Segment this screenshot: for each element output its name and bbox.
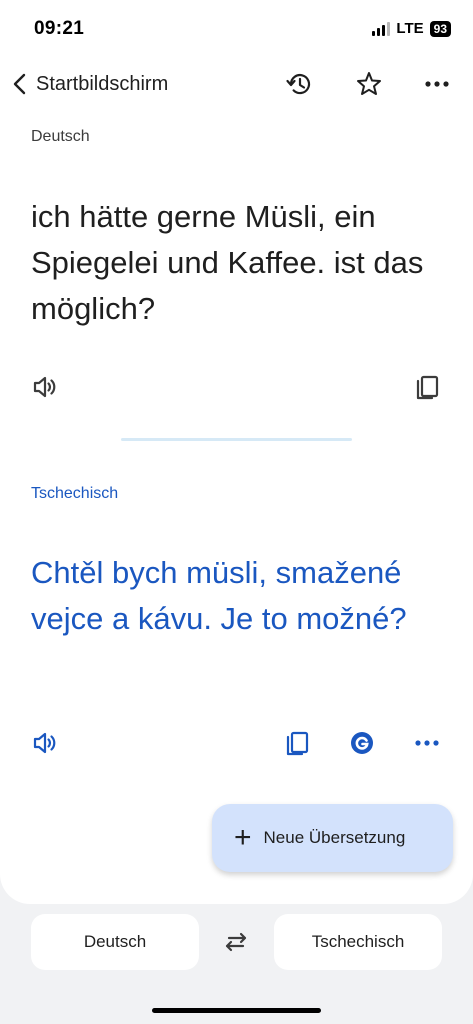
top-app-bar: Startbildschirm	[0, 58, 473, 110]
google-search-button[interactable]	[344, 725, 380, 761]
back-label: Startbildschirm	[36, 72, 169, 95]
history-button[interactable]	[281, 66, 317, 102]
battery-icon: 93	[429, 20, 451, 37]
target-language-button[interactable]: Tschechisch	[274, 914, 442, 970]
status-time: 09:21	[34, 18, 85, 39]
home-indicator[interactable]	[152, 1008, 321, 1013]
back-chevron-icon	[13, 73, 26, 95]
target-language-label: Tschechisch	[31, 485, 119, 502]
target-speak-button[interactable]	[27, 725, 63, 761]
swap-icon	[225, 932, 247, 952]
translation-card: Startbildschirm Deutsch ich hätte gerne …	[0, 58, 473, 904]
google-g-icon	[351, 732, 373, 754]
speaker-icon	[33, 732, 56, 754]
copy-icon	[286, 731, 309, 756]
status-bar: 09:21 LTE 93	[0, 0, 473, 58]
source-language-label: Deutsch	[31, 128, 90, 145]
history-icon	[286, 74, 311, 95]
plus-icon: +	[234, 821, 252, 854]
source-text[interactable]: ich hätte gerne Müsli, ein Spiegelei und…	[31, 194, 446, 332]
source-speak-button[interactable]	[27, 369, 63, 405]
translated-text[interactable]: Chtěl bych müsli, smažené vejce a kávu. …	[31, 550, 446, 642]
section-divider	[121, 438, 352, 441]
source-copy-button[interactable]	[409, 369, 445, 405]
signal-icon	[372, 21, 391, 36]
back-button[interactable]: Startbildschirm	[10, 66, 168, 102]
target-more-button[interactable]	[409, 725, 445, 761]
star-icon	[357, 72, 381, 95]
source-language-button[interactable]: Deutsch	[31, 914, 199, 970]
new-translation-label: Neue Übersetzung	[263, 828, 406, 847]
favorite-button[interactable]	[351, 66, 387, 102]
new-translation-button[interactable]: + Neue Übersetzung	[212, 804, 453, 872]
target-copy-button[interactable]	[279, 725, 315, 761]
more-icon	[415, 740, 439, 746]
swap-languages-button[interactable]	[218, 924, 254, 960]
network-label: LTE	[396, 20, 424, 37]
status-indicators: LTE 93	[372, 20, 451, 37]
speaker-icon	[33, 376, 56, 398]
more-options-button[interactable]	[419, 66, 455, 102]
more-icon	[425, 81, 449, 87]
copy-icon	[416, 375, 439, 400]
